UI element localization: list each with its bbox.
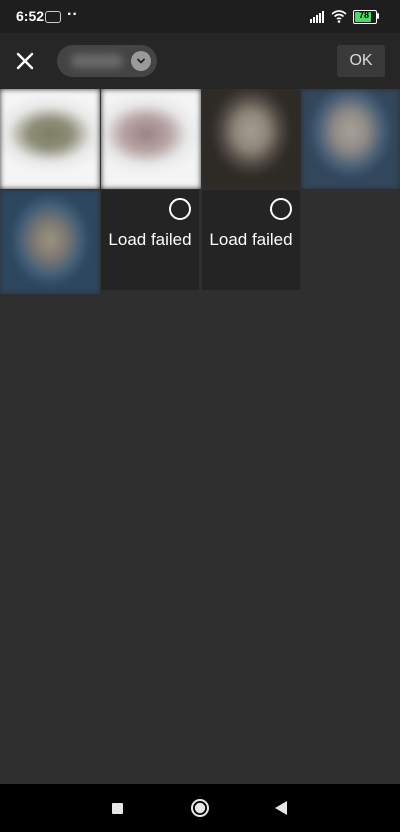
status-bar: 6:52 ·· 78 (0, 0, 400, 33)
failed-photo-item[interactable]: Load failed (101, 190, 199, 290)
notification-dots: ·· (67, 6, 78, 23)
photo-thumbnail[interactable] (101, 89, 201, 189)
close-icon (16, 52, 34, 70)
photo-thumbnail[interactable] (202, 89, 300, 189)
album-selector[interactable] (57, 45, 157, 77)
recents-icon[interactable] (106, 797, 128, 819)
battery-icon: 78 (353, 10, 377, 24)
back-icon[interactable] (270, 797, 292, 819)
select-radio[interactable] (169, 198, 191, 220)
load-failed-text: Load failed (108, 230, 192, 249)
chevron-down-icon (131, 51, 151, 71)
carrier-icon (45, 11, 61, 23)
signal-icon (310, 11, 324, 23)
battery-tip (377, 13, 379, 19)
select-radio[interactable] (270, 198, 292, 220)
status-time: 6:52 (16, 8, 45, 24)
failed-photo-item[interactable]: Load failed (202, 190, 300, 290)
battery-level: 78 (358, 10, 369, 20)
ok-button[interactable]: OK (337, 45, 385, 77)
load-failed-text: Load failed (209, 230, 293, 249)
wifi-icon (331, 10, 347, 23)
photo-thumbnail[interactable] (0, 89, 100, 189)
photo-thumbnail[interactable] (301, 89, 400, 189)
close-button[interactable] (10, 43, 40, 79)
album-name-blurred (71, 54, 123, 68)
toolbar: OK (0, 33, 400, 89)
home-icon[interactable] (189, 797, 211, 819)
navigation-bar (0, 784, 400, 832)
photo-thumbnail[interactable] (0, 190, 100, 294)
